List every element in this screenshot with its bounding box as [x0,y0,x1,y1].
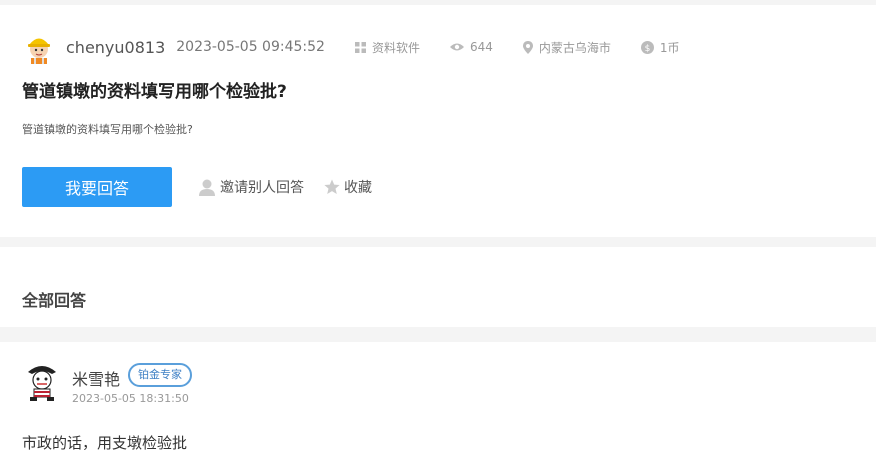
answer-content: 市政的话，用支墩检验批 [22,434,188,452]
views-meta: 644 [449,40,493,54]
worker-avatar-icon[interactable] [22,30,56,64]
invite-label: 邀请别人回答 [220,180,304,196]
all-answers-header: 全部回答 [0,247,876,327]
question-username[interactable]: chenyu0813 [66,38,165,57]
grid-icon [354,41,366,53]
location-meta: 内蒙古乌海市 [522,39,611,56]
location-pin-icon [522,40,533,54]
invite-button[interactable]: 邀请别人回答 [198,177,304,197]
star-icon [324,179,340,194]
reward-meta: $ 1币 [640,39,680,56]
collect-button[interactable]: 收藏 [324,177,372,197]
answer-card: 米雪艳 铂金专家 2023-05-05 18:31:50 市政的话，用支墩检验批 [0,342,876,470]
expert-badge: 铂金专家 [128,363,192,387]
coin-icon: $ [640,40,654,54]
person-icon [199,179,215,196]
category-meta[interactable]: 资料软件 [354,39,420,56]
answer-button[interactable]: 我要回答 [22,167,172,207]
collect-label: 收藏 [344,180,372,196]
views-count: 644 [469,40,493,54]
eye-icon [449,43,464,51]
question-title: 管道镇墩的资料填写用哪个检验批? [22,82,287,102]
all-answers-title: 全部回答 [22,291,87,310]
reward-label: 1币 [659,40,680,55]
question-card: chenyu0813 2023-05-05 09:45:52 资料软件 644 [0,5,876,237]
cartoon-avatar-icon[interactable] [22,362,62,402]
category-label: 资料软件 [371,40,420,55]
question-body: 管道镇墩的资料填写用哪个检验批? [22,123,193,136]
question-time: 2023-05-05 09:45:52 [176,39,325,55]
location-label: 内蒙古乌海市 [538,40,611,55]
svg-text:$: $ [645,44,651,54]
question-meta: chenyu0813 2023-05-05 09:45:52 资料软件 644 [22,30,680,64]
answer-username[interactable]: 米雪艳 [72,366,120,390]
answer-time: 2023-05-05 18:31:50 [72,392,189,405]
